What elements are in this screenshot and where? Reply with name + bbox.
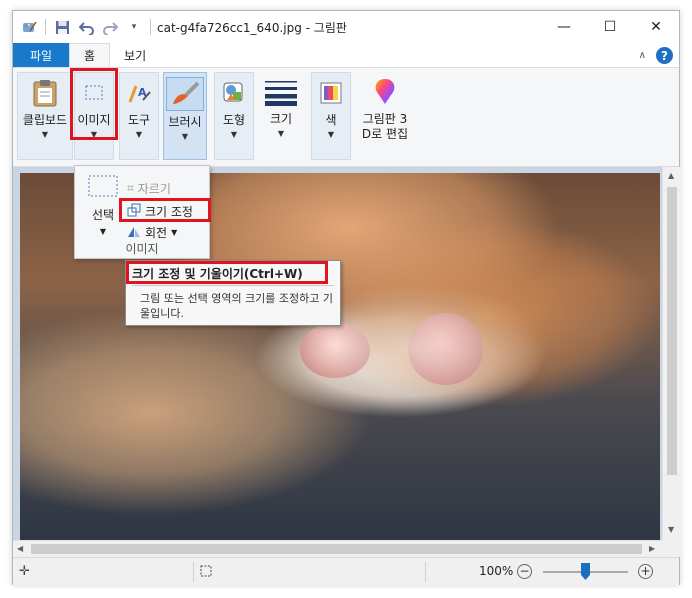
rotate-icon [127,224,141,241]
ribbon-tabs: 파일 홈 보기 ∧ ? [13,43,679,67]
toolbar-divider [150,19,151,35]
paint3d-group[interactable]: 그림판 3 D로 편집 [357,72,413,160]
undo-icon[interactable] [78,19,94,35]
image-button-highlight [70,68,118,140]
paint3d-label: 그림판 3 D로 편집 [362,112,408,142]
save-icon[interactable] [54,19,70,35]
shapes-label: 도형 [222,113,246,127]
color-group[interactable]: 색 ▼ [311,72,351,160]
size-lines-icon [264,76,298,108]
quick-access-toolbar: ▾ [13,11,151,43]
window-controls: — ☐ ✕ [541,11,679,43]
scroll-down-icon[interactable]: ▼ [668,525,674,534]
chevron-down-icon: ▼ [230,130,238,139]
vertical-scroll-thumb[interactable] [667,187,677,475]
chevron-down-icon: ▼ [99,227,107,236]
resize-highlight [119,198,211,222]
brushes-label: 브러시 [168,115,202,129]
clipboard-label: 클립보드 [22,113,68,127]
tab-file[interactable]: 파일 [13,43,69,67]
title-bar: ▾ cat-g4fa726cc1_640.jpg - 그림판 — ☐ ✕ [13,11,679,43]
toolbar-divider [45,19,46,35]
chevron-down-icon: ▼ [277,129,285,138]
brushes-group[interactable]: 브러시 ▼ [163,72,207,160]
chevron-down-icon: ▼ [41,130,49,139]
crop-label: 자르기 [137,181,171,196]
color-palette-icon [315,77,347,109]
tooltip-body: 그림 또는 선택 영역의 크기를 조정하고 기울입니다. [140,292,334,320]
size-label: 크기 [269,112,293,126]
ribbon: 클립보드 ▼ 이미지 ▼ A 도구 ▼ 브러시 ▼ 도형 ▼ 크기 ▼ 색 ▼ … [13,67,679,167]
zoom-level: 100% [479,564,514,578]
tabs-right-controls: ∧ ? [639,47,673,64]
select-label: 선택 [91,208,115,222]
brush-icon [166,77,204,111]
paint-app-icon [21,19,37,35]
resize-tooltip: 크기 조정 및 기울이기(Ctrl+W) 그림 또는 선택 영역의 크기를 조정… [125,260,341,326]
horizontal-scroll-thumb[interactable] [31,544,642,554]
status-divider [425,562,426,582]
tools-label: 도구 [127,113,151,127]
image-dropdown-menu: 선택 ▼ ⌗ 자르기 크기 조정 회전 ▼ 이미지 [74,165,211,259]
shapes-group[interactable]: 도형 ▼ [214,72,254,160]
selection-size-icon [199,564,213,582]
clipboard-icon [29,77,61,109]
scrollbar-corner [662,540,681,557]
color-label: 색 [325,113,337,127]
tab-view[interactable]: 보기 [110,43,160,67]
scroll-up-icon[interactable]: ▲ [668,171,674,180]
close-button[interactable]: ✕ [633,11,679,43]
horizontal-scrollbar[interactable]: ◀ ▶ [13,540,662,557]
chevron-down-icon: ▼ [171,227,178,237]
paint-window: ▾ cat-g4fa726cc1_640.jpg - 그림판 — ☐ ✕ 파일 … [12,10,681,585]
chevron-down-icon: ▼ [135,130,143,139]
image-group-label: 이미지 [125,242,159,256]
paint3d-label-line2: D로 편집 [361,127,409,141]
tooltip-title-highlight [126,261,328,284]
vertical-scrollbar[interactable]: ▲ ▼ [662,167,681,540]
cursor-position-icon: ✛ [19,564,30,579]
minimize-button[interactable]: — [541,11,587,43]
crop-icon: ⌗ [127,180,134,195]
status-bar: ✛ 100% − + [13,557,679,585]
tab-home[interactable]: 홈 [69,43,111,67]
size-group[interactable]: 크기 ▼ [261,72,301,160]
tools-icon: A [123,77,155,109]
tools-group[interactable]: A 도구 ▼ [119,72,159,160]
window-title: cat-g4fa726cc1_640.jpg - 그림판 [157,20,347,35]
paint3d-label-line1: 그림판 3 [362,112,408,126]
chevron-down-icon: ▼ [181,132,189,141]
status-divider [193,562,194,582]
customize-toolbar-icon[interactable]: ▾ [126,19,142,35]
scroll-left-icon[interactable]: ◀ [17,544,23,553]
zoom-slider-thumb[interactable] [581,563,590,580]
help-icon[interactable]: ? [656,47,673,64]
clipboard-group[interactable]: 클립보드 ▼ [17,72,73,160]
collapse-ribbon-icon[interactable]: ∧ [639,50,646,61]
shapes-icon [218,77,250,109]
tooltip-divider [132,285,334,286]
rotate-label: 회전 [145,225,168,240]
rotate-menu-item[interactable]: 회전 ▼ [127,222,177,242]
scroll-right-icon[interactable]: ▶ [649,544,655,553]
redo-icon[interactable] [102,19,118,35]
maximize-button[interactable]: ☐ [587,11,633,43]
chevron-down-icon: ▼ [327,130,335,139]
crop-menu-item[interactable]: ⌗ 자르기 [127,178,171,198]
zoom-in-button[interactable]: + [638,564,653,579]
select-icon [87,172,119,200]
zoom-out-button[interactable]: − [517,564,532,579]
paint3d-icon [369,76,401,108]
